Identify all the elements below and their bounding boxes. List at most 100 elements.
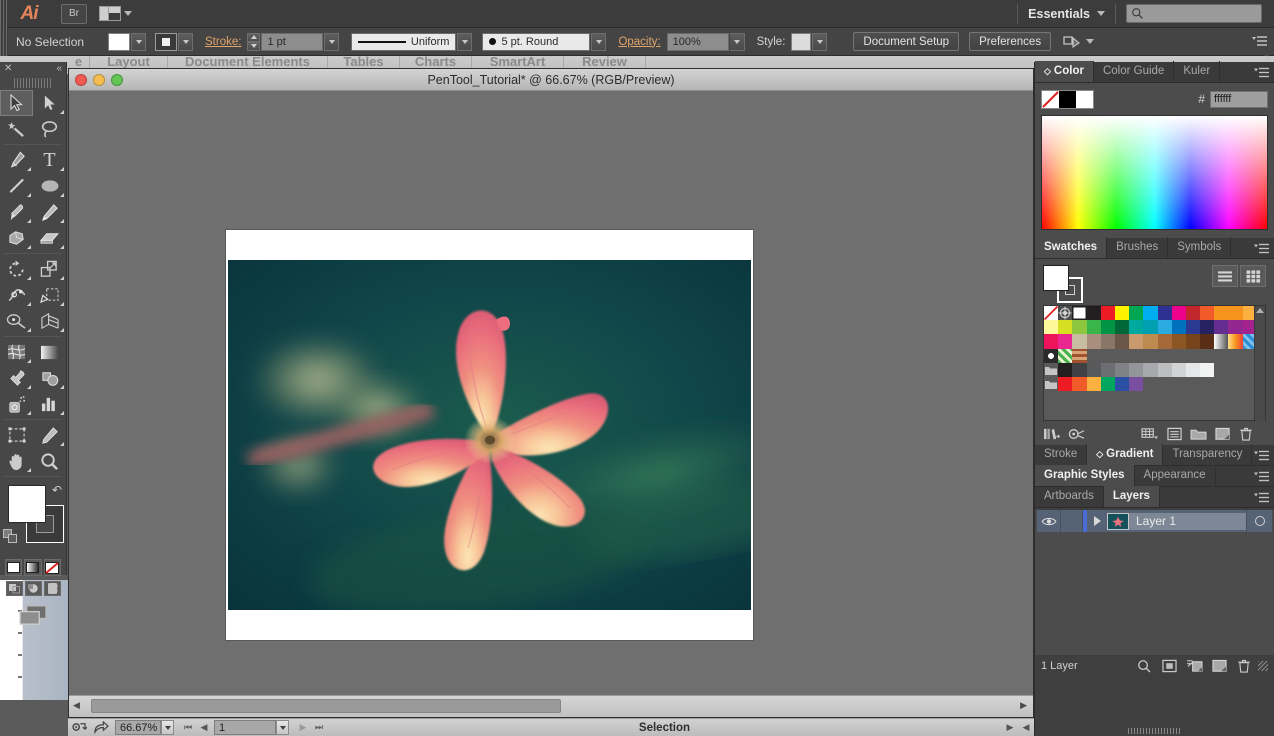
default-fill-stroke-icon[interactable]: [3, 529, 19, 545]
tools-close-icon[interactable]: ✕: [4, 64, 12, 74]
none-chip[interactable]: [1042, 90, 1059, 108]
hand-tool[interactable]: [0, 448, 33, 474]
fill-dropdown-icon[interactable]: [131, 32, 146, 51]
tab-appearance[interactable]: Appearance: [1135, 465, 1216, 486]
create-new-sublayer-button[interactable]: [1183, 657, 1205, 675]
lasso-tool[interactable]: [33, 116, 66, 142]
status-scroll-left-icon[interactable]: ◀: [1018, 720, 1034, 736]
swatch-color[interactable]: [1114, 376, 1130, 392]
gradient-tool[interactable]: [33, 339, 66, 365]
ellipse-tool[interactable]: [33, 173, 66, 199]
shape-builder-tool[interactable]: [0, 308, 33, 334]
brush-definition-dropdown-icon[interactable]: [591, 32, 607, 51]
layer-expand-toggle[interactable]: [1087, 510, 1107, 532]
swatch-color[interactable]: [1200, 334, 1215, 349]
next-artboard-icon[interactable]: ▶: [295, 720, 311, 736]
selection-tool[interactable]: [0, 90, 33, 116]
opacity-control[interactable]: 100%: [666, 32, 745, 51]
swatch-color[interactable]: [1044, 320, 1059, 335]
swatches-grid[interactable]: [1043, 305, 1266, 422]
width-tool[interactable]: [0, 282, 33, 308]
blend-tool[interactable]: [33, 365, 66, 391]
swatch-color[interactable]: [1129, 306, 1144, 321]
swatch-color[interactable]: [1143, 306, 1158, 321]
status-menu-icon[interactable]: ▶: [1002, 720, 1018, 736]
new-color-group-button[interactable]: [1187, 424, 1209, 444]
opacity-flyout-icon[interactable]: [729, 32, 745, 51]
swatch-color[interactable]: [1058, 334, 1073, 349]
swatch-color[interactable]: [1114, 320, 1130, 335]
fill-color-control[interactable]: [108, 32, 146, 51]
artboard-tool[interactable]: [0, 422, 33, 448]
brush-definition-combo[interactable]: 5 pt. Round: [482, 32, 591, 51]
document-setup-button[interactable]: Document Setup: [853, 32, 960, 51]
stroke-weight-input[interactable]: 1 pt: [261, 32, 324, 51]
locate-object-button[interactable]: [1133, 657, 1155, 675]
stroke-weight-stepper[interactable]: [247, 32, 261, 51]
perspective-grid-tool[interactable]: [33, 308, 66, 334]
swatch-gradient-orange[interactable]: [1228, 334, 1243, 349]
arrange-documents-button[interactable]: [99, 6, 132, 21]
rotate-tool[interactable]: [0, 256, 33, 282]
zoom-level-input[interactable]: 66.67%: [115, 720, 161, 735]
swatch-color[interactable]: [1072, 306, 1087, 321]
color-groups-button[interactable]: [1065, 424, 1087, 444]
swatch-color[interactable]: [1214, 306, 1229, 321]
swatch-color[interactable]: [1129, 376, 1144, 392]
tools-panel-grip[interactable]: [14, 78, 52, 88]
gradient-mode-button[interactable]: [24, 559, 42, 576]
swatch-color[interactable]: [1072, 376, 1087, 392]
swatch-color[interactable]: [1129, 362, 1144, 377]
fill-swatch[interactable]: [108, 32, 130, 51]
previous-artboard-icon[interactable]: ◀: [196, 720, 212, 736]
swatch-color[interactable]: [1072, 334, 1087, 349]
swatch-libraries-button[interactable]: [1041, 424, 1063, 444]
swatch-color[interactable]: [1100, 320, 1115, 335]
table-row[interactable]: Layer 1: [1037, 510, 1272, 532]
swatch-color[interactable]: [1114, 306, 1130, 321]
swatch-color[interactable]: [1157, 320, 1172, 335]
scale-tool[interactable]: [33, 256, 66, 282]
swatch-color[interactable]: [1044, 334, 1059, 349]
workspace-switcher[interactable]: Essentials: [1028, 7, 1105, 21]
stroke-weight-label[interactable]: Stroke:: [205, 36, 241, 48]
mesh-tool[interactable]: [0, 339, 33, 365]
free-transform-tool[interactable]: [33, 282, 66, 308]
swatch-color[interactable]: [1214, 320, 1229, 335]
document-title-bar[interactable]: PenTool_Tutorial* @ 66.67% (RGB/Preview): [69, 69, 1033, 91]
delete-swatch-button[interactable]: [1235, 424, 1257, 444]
placed-image[interactable]: [228, 260, 751, 610]
dock-bottom-grip[interactable]: [1035, 726, 1274, 736]
tools-collapse-icon[interactable]: «: [56, 64, 62, 74]
tab-brushes[interactable]: Brushes: [1107, 237, 1169, 258]
tab-artboards[interactable]: Artboards: [1035, 486, 1104, 507]
horizontal-scrollbar[interactable]: ◀ ▶: [69, 695, 1033, 717]
scroll-up-icon[interactable]: [1256, 308, 1264, 313]
tab-color[interactable]: ◇ Color: [1035, 61, 1094, 82]
layer-name-label[interactable]: Layer 1: [1129, 512, 1246, 530]
layer-visibility-toggle[interactable]: [1037, 510, 1061, 532]
eraser-tool[interactable]: [33, 225, 66, 251]
search-input[interactable]: [1126, 4, 1262, 23]
hex-value-input[interactable]: ffffff: [1210, 90, 1268, 108]
swatch-color[interactable]: [1086, 320, 1101, 335]
tab-transparency[interactable]: Transparency: [1163, 444, 1253, 465]
first-artboard-icon[interactable]: ⏮: [180, 720, 196, 736]
swatch-color[interactable]: [1086, 334, 1101, 349]
pen-tool[interactable]: [0, 147, 33, 173]
control-bar-grip[interactable]: [0, 27, 8, 56]
control-bar-menu-button[interactable]: [1252, 35, 1268, 48]
share-on-behance-icon[interactable]: [90, 720, 112, 736]
tab-layers[interactable]: Layers: [1103, 486, 1160, 507]
stepper-up-icon[interactable]: [247, 32, 261, 42]
swatch-color[interactable]: [1086, 362, 1101, 377]
line-segment-tool[interactable]: [0, 173, 33, 199]
resize-grip[interactable]: [1258, 661, 1268, 671]
cloud-sync-icon[interactable]: [68, 720, 90, 736]
symbol-sprayer-tool[interactable]: [0, 391, 33, 417]
artboard-number-input[interactable]: 1: [214, 720, 276, 735]
swatch-color[interactable]: [1114, 334, 1130, 349]
slice-tool[interactable]: [33, 422, 66, 448]
stroke-profile-combo[interactable]: Uniform: [351, 32, 457, 51]
swatch-color[interactable]: [1185, 320, 1201, 335]
